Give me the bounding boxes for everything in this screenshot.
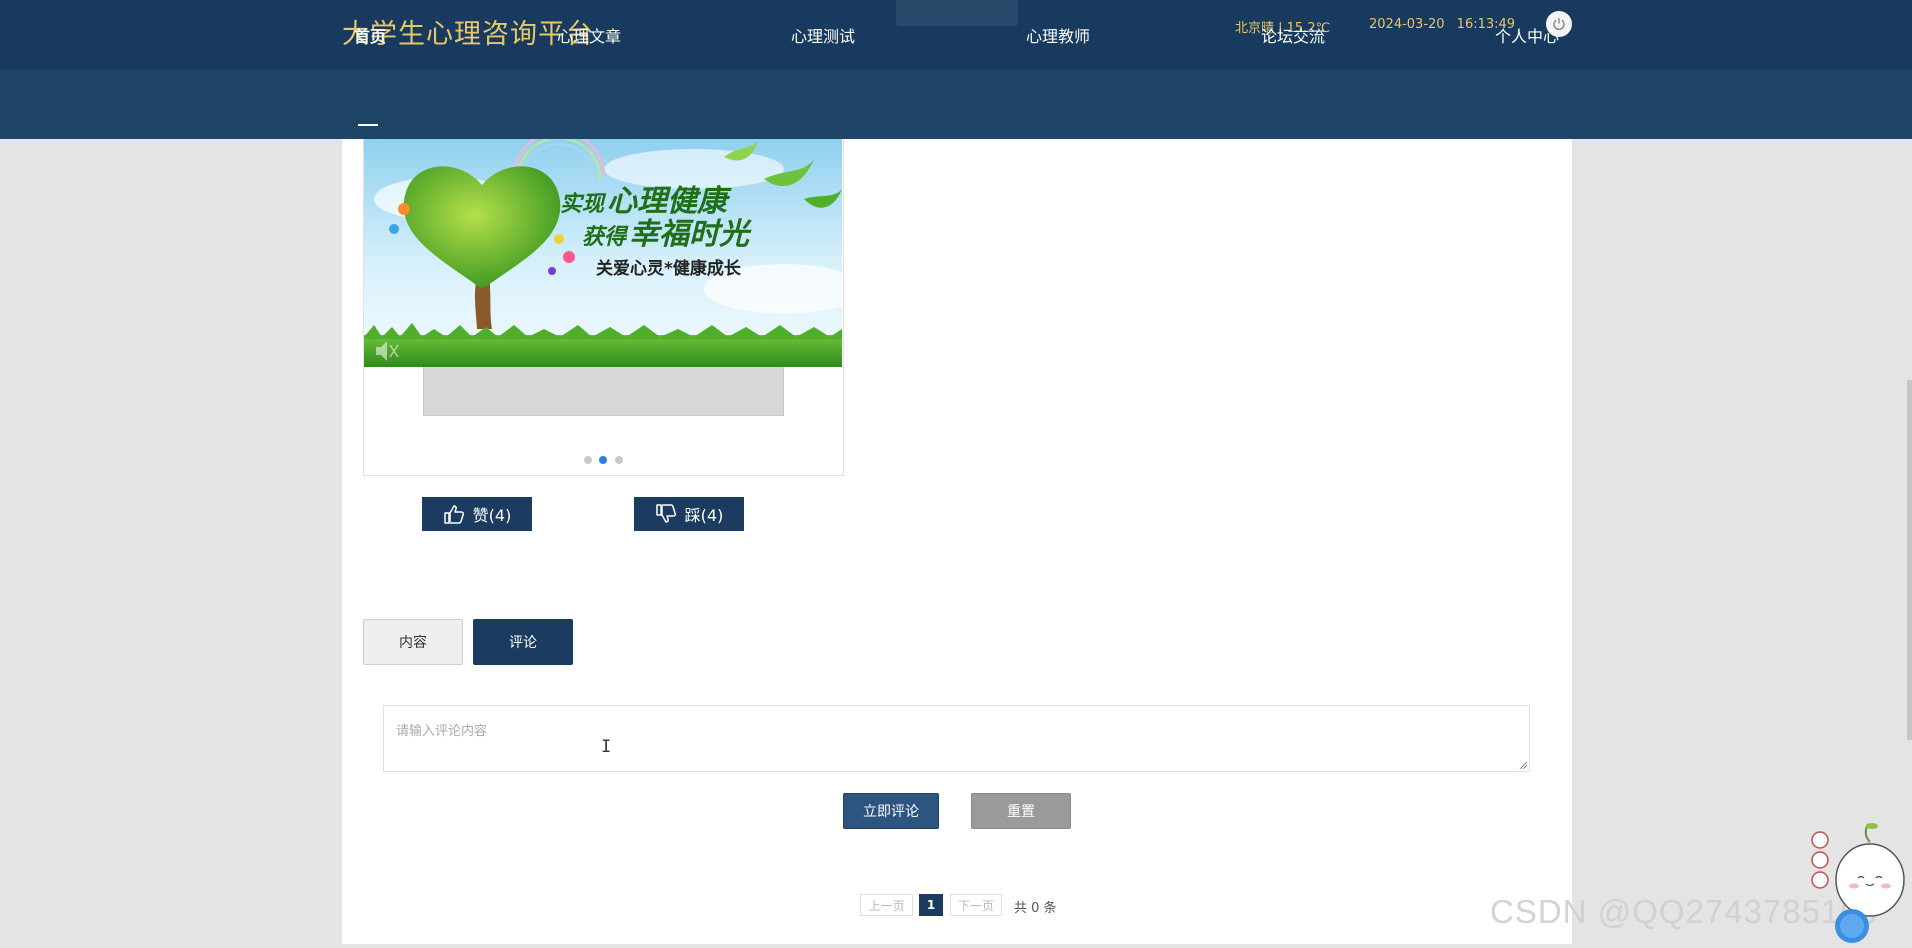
main-nav bbox=[0, 70, 1912, 139]
carousel-caption-box bbox=[423, 367, 784, 416]
thumbs-up-icon bbox=[443, 505, 464, 524]
page-scrollbar[interactable] bbox=[1907, 380, 1912, 740]
carousel-dot-2[interactable] bbox=[599, 456, 607, 464]
tab-comment[interactable]: 评论 bbox=[473, 619, 573, 665]
like-count-label: 赞(4) bbox=[472, 506, 512, 525]
banner-line3: 关爱心灵*健康成长 bbox=[596, 258, 742, 279]
pager-current-page[interactable]: 1 bbox=[919, 894, 943, 916]
mascot-icon bbox=[1811, 823, 1905, 943]
thumbs-down-icon bbox=[655, 504, 676, 523]
nav-active-indicator bbox=[358, 124, 378, 126]
nav-home[interactable]: 首页 bbox=[354, 23, 386, 47]
pager-prev-button[interactable]: 上一页 bbox=[860, 894, 913, 916]
banner-line2-emph: 幸福时光 bbox=[629, 217, 752, 252]
carousel-dot-3[interactable] bbox=[615, 456, 623, 464]
dislike-button[interactable]: 踩(4) bbox=[634, 497, 744, 531]
banner-line1-emph: 心理健康 bbox=[607, 184, 732, 219]
pager-total-count: 共 0 条 bbox=[1014, 901, 1057, 916]
text-cursor-icon: I bbox=[601, 737, 612, 757]
datetime-display: 2024-03-20 16:13:49 bbox=[1369, 17, 1516, 32]
mascot-widget[interactable] bbox=[1808, 820, 1908, 948]
heart-tree-illustration: 实现 心理健康 获得 幸福时光 关爱心灵*健康成长 bbox=[364, 139, 842, 367]
reset-button[interactable]: 重置 bbox=[971, 793, 1071, 829]
pager-next-button[interactable]: 下一页 bbox=[950, 894, 1002, 916]
toast-overlay bbox=[896, 0, 1018, 26]
dislike-count-label: 踩(4) bbox=[684, 506, 724, 525]
nav-teachers[interactable]: 心理教师 bbox=[1026, 23, 1090, 47]
submit-comment-button[interactable]: 立即评论 bbox=[843, 793, 939, 829]
nav-articles[interactable]: 心理文章 bbox=[557, 23, 621, 47]
nav-forum[interactable]: 论坛交流 bbox=[1261, 23, 1325, 47]
tab-content[interactable]: 内容 bbox=[363, 619, 463, 665]
nav-profile[interactable]: 个人中心 bbox=[1495, 23, 1559, 47]
carousel-banner-image[interactable]: 实现 心理健康 获得 幸福时光 关爱心灵*健康成长 bbox=[364, 139, 842, 367]
like-button[interactable]: 赞(4) bbox=[422, 497, 532, 531]
nav-tests[interactable]: 心理测试 bbox=[791, 23, 855, 47]
banner-line2-prefix: 获得 bbox=[582, 225, 629, 250]
comment-placeholder: 请输入评论内容 bbox=[396, 724, 488, 739]
carousel-dot-1[interactable] bbox=[584, 456, 592, 464]
resize-grip-icon[interactable] bbox=[1519, 761, 1527, 769]
comment-textarea[interactable]: 请输入评论内容 bbox=[383, 705, 1530, 772]
banner-line1-prefix: 实现 bbox=[560, 191, 607, 217]
